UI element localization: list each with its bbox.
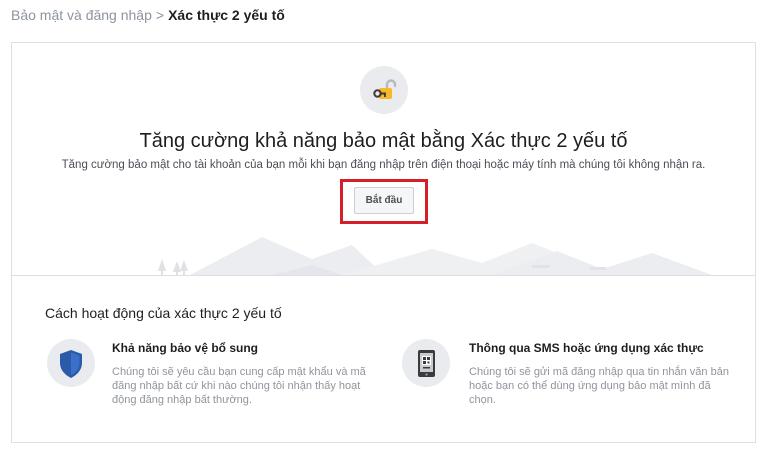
feature-title-extra-protection: Khả năng bảo vệ bổ sung — [112, 341, 259, 355]
phone-qr-icon — [402, 339, 450, 387]
mountain-illustration — [158, 237, 712, 275]
start-button[interactable]: Bắt đầu — [354, 187, 414, 214]
breadcrumb-link-security-login[interactable]: Bảo mật và đăng nhập — [11, 7, 152, 23]
how-it-works-title: Cách hoạt động của xác thực 2 yếu tố — [45, 305, 282, 321]
unlocked-padlock-icon — [360, 66, 408, 114]
feature-title-sms-or-app: Thông qua SMS hoặc ứng dụng xác thực — [469, 341, 704, 355]
breadcrumb-current: Xác thực 2 yếu tố — [168, 7, 285, 23]
feature-description-sms-or-app: Chúng tôi sẽ gửi mã đăng nhập qua tin nh… — [469, 366, 729, 406]
hero-section: Tăng cường khả năng bảo mật bằng Xác thự… — [12, 43, 755, 276]
feature-description-extra-protection: Chúng tôi sẽ yêu cầu bạn cung cấp mật kh… — [112, 366, 366, 406]
breadcrumb-separator: > — [155, 7, 165, 23]
breadcrumb: Bảo mật và đăng nhập > Xác thực 2 yếu tố — [11, 7, 285, 23]
hero-title: Tăng cường khả năng bảo mật bằng Xác thự… — [139, 130, 628, 152]
two-factor-card: Tăng cường khả năng bảo mật bằng Xác thự… — [11, 42, 756, 443]
shield-icon — [47, 339, 95, 387]
hero-description: Tăng cường bảo mật cho tài khoản của bạn… — [61, 159, 706, 171]
